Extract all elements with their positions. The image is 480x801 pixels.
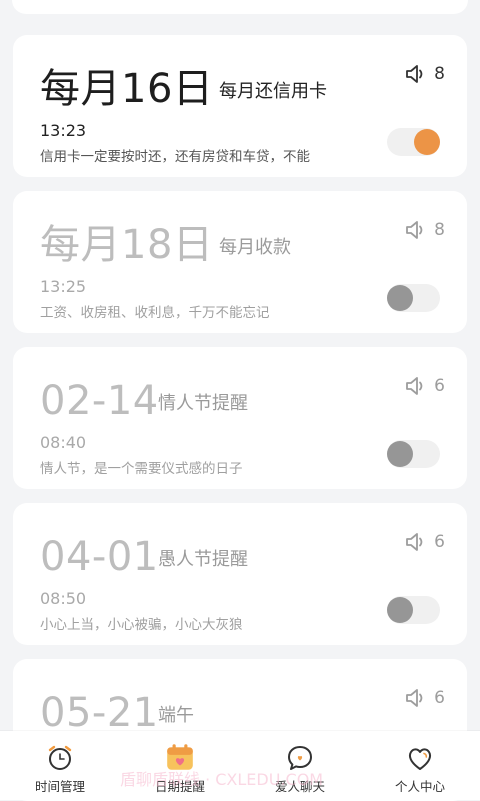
- volume-level: 6: [434, 376, 445, 396]
- tab-label: 日期提醒: [154, 779, 205, 794]
- volume-indicator[interactable]: 6: [404, 375, 445, 397]
- reminder-date: 05-21: [40, 690, 159, 736]
- reminder-card[interactable]: 04-01 愚人节提醒 6 08:50 小心上当，小心被骗，小心大灰狼: [13, 503, 467, 645]
- tab-label: 时间管理: [34, 779, 85, 794]
- reminder-time: 13:23: [40, 121, 87, 140]
- volume-indicator[interactable]: 6: [404, 531, 445, 553]
- tab-lover-chat[interactable]: 爱人聊天: [240, 731, 360, 800]
- reminder-date: 每月18日: [40, 222, 214, 268]
- tab-time-management[interactable]: 时间管理: [0, 731, 120, 800]
- reminder-title: 愚人节提醒: [158, 549, 248, 570]
- reminder-card[interactable]: 每月18日 每月收款 8 13:25 工资、收房租、收利息，千万不能忘记: [13, 191, 467, 333]
- toggle-knob: [387, 441, 413, 467]
- tab-personal-center[interactable]: 个人中心: [360, 731, 480, 800]
- tab-label: 个人中心: [394, 779, 445, 794]
- reminder-card[interactable]: 02-14 情人节提醒 6 08:40 情人节，是一个需要仪式感的日子: [13, 347, 467, 489]
- reminder-title: 每月收款: [219, 237, 291, 258]
- reminder-date: 02-14: [40, 378, 159, 424]
- volume-level: 6: [434, 688, 445, 708]
- speaker-icon: [406, 221, 423, 239]
- volume-level: 8: [434, 220, 445, 240]
- speaker-icon: [406, 533, 423, 551]
- reminder-time: 08:40: [40, 433, 87, 452]
- reminder-card[interactable]: 每月16日 每月还信用卡 8 13:23 信用卡一定要按时还，还有房贷和车贷，不…: [13, 35, 467, 177]
- reminder-time: 08:50: [40, 589, 87, 608]
- heart-icon: [408, 748, 432, 770]
- bottom-tab-bar: 时间管理 日期提醒 爱人聊天 个人中心: [0, 731, 480, 800]
- toggle-knob: [387, 597, 413, 623]
- reminder-list[interactable]: 每月16日 每月还信用卡 8 13:23 信用卡一定要按时还，还有房贷和车贷，不…: [0, 0, 480, 801]
- reminder-time: 13:25: [40, 277, 87, 296]
- reminder-toggle[interactable]: [387, 128, 440, 156]
- reminder-toggle[interactable]: [387, 440, 440, 468]
- volume-level: 8: [434, 64, 445, 84]
- reminder-note: 小心上当，小心被骗，小心大灰狼: [40, 617, 243, 633]
- volume-indicator[interactable]: 8: [404, 63, 445, 85]
- reminder-date: 04-01: [40, 534, 159, 580]
- alarm-clock-icon: [48, 745, 72, 770]
- reminder-title: 端午: [158, 705, 194, 726]
- toggle-knob: [414, 129, 440, 155]
- reminder-toggle[interactable]: [387, 596, 440, 624]
- reminder-title: 情人节提醒: [158, 393, 248, 414]
- reminder-note: 情人节，是一个需要仪式感的日子: [40, 461, 243, 477]
- speaker-icon: [406, 65, 423, 83]
- volume-indicator[interactable]: 6: [404, 687, 445, 709]
- volume-indicator[interactable]: 8: [404, 219, 445, 241]
- reminder-toggle[interactable]: [387, 284, 440, 312]
- reminder-note: 信用卡一定要按时还，还有房贷和车贷，不能: [40, 149, 310, 165]
- calendar-icon: [167, 744, 193, 770]
- reminder-note: 工资、收房租、收利息，千万不能忘记: [40, 305, 270, 321]
- speaker-icon: [406, 689, 423, 707]
- toggle-knob: [387, 285, 413, 311]
- tab-date-reminder[interactable]: 日期提醒: [120, 731, 240, 800]
- tab-label: 爱人聊天: [274, 779, 325, 794]
- volume-level: 6: [434, 532, 445, 552]
- reminder-title: 每月还信用卡: [219, 81, 327, 102]
- chat-heart-icon: [288, 746, 312, 770]
- speaker-icon: [406, 377, 423, 395]
- reminder-date: 每月16日: [40, 66, 214, 112]
